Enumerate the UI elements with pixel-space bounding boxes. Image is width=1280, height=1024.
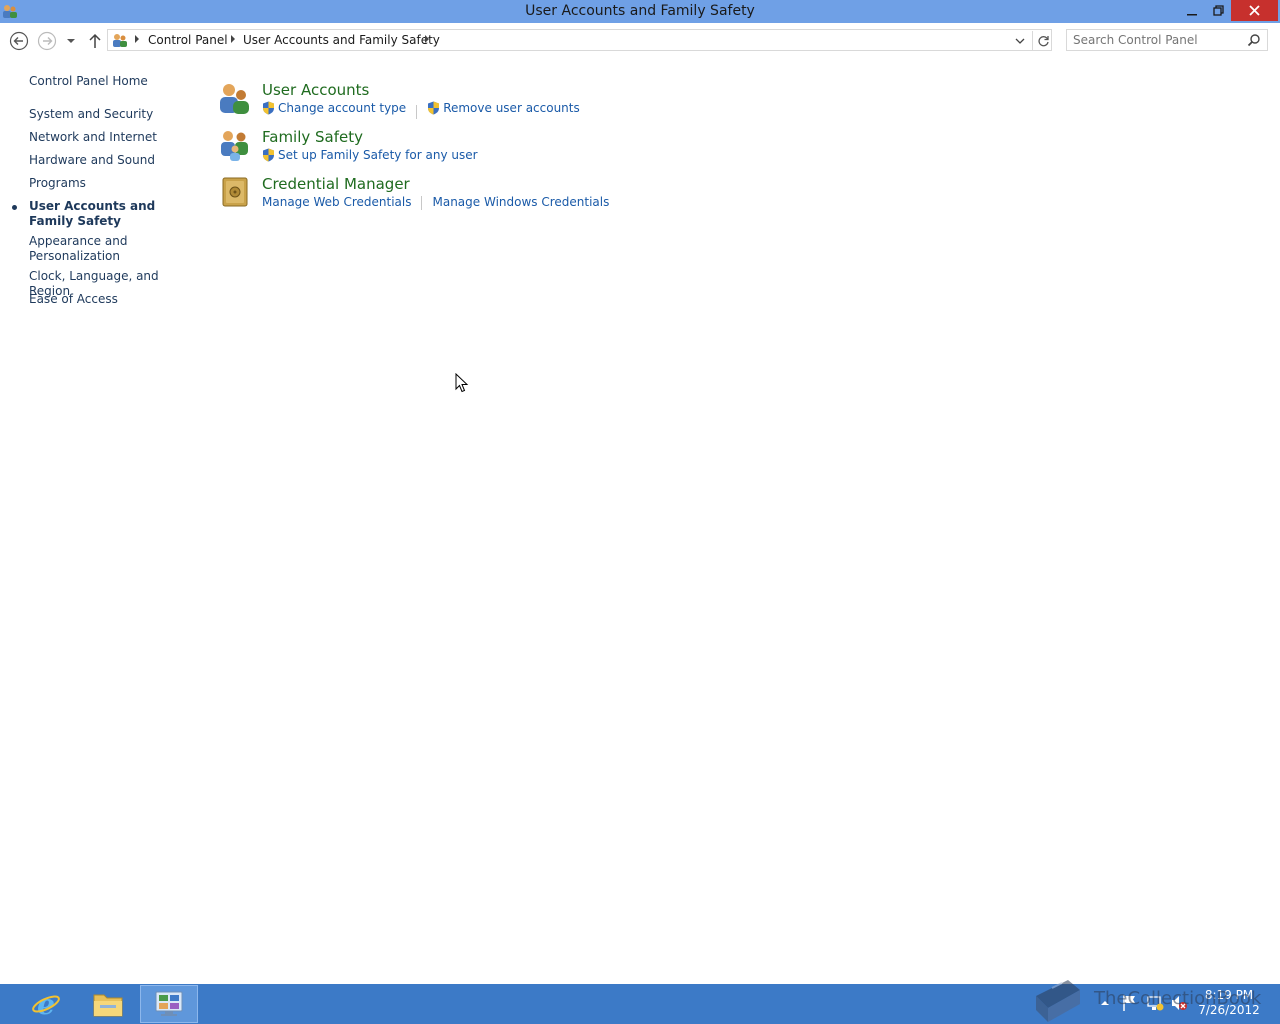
uac-shield-icon	[428, 101, 440, 115]
sidebar-item-user-accounts[interactable]: User Accounts and Family Safety	[29, 199, 179, 229]
recent-locations-button[interactable]	[63, 31, 79, 51]
watermark-text: TheCollectionBook	[1094, 988, 1262, 1009]
file-explorer-icon	[93, 994, 123, 1017]
link-label: Remove user accounts	[443, 101, 580, 115]
search-input[interactable]	[1073, 32, 1243, 48]
current-item-bullet	[12, 205, 17, 210]
minimize-icon	[1187, 13, 1197, 15]
vault-icon[interactable]	[218, 175, 252, 209]
up-arrow-icon	[89, 33, 101, 48]
sidebar-item-ease-of-access[interactable]: Ease of Access	[29, 292, 194, 307]
control-panel-icon	[155, 991, 183, 1016]
chevron-down-icon[interactable]	[1013, 34, 1027, 48]
breadcrumb-separator[interactable]	[135, 35, 139, 43]
address-bar[interactable]: Control Panel User Accounts and Family S…	[107, 29, 1052, 51]
family-safety-icon[interactable]	[218, 128, 252, 162]
category-title[interactable]: Family Safety	[262, 128, 363, 146]
minimize-button[interactable]	[1178, 0, 1206, 21]
change-account-type-link[interactable]: Change account type	[262, 101, 406, 115]
sidebar-item-network-and-internet[interactable]: Network and Internet	[29, 130, 194, 145]
close-icon	[1249, 5, 1260, 16]
mouse-cursor-icon	[455, 373, 469, 393]
chevron-down-icon	[67, 39, 75, 43]
uac-shield-icon	[263, 101, 274, 115]
forward-button[interactable]	[37, 31, 57, 51]
navigation-bar: Control Panel User Accounts and Family S…	[0, 23, 1280, 59]
taskbar-internet-explorer[interactable]: e	[18, 986, 74, 1022]
category-links: Change account type Remove user accounts	[262, 101, 580, 119]
watermark: TheCollectionBook	[1028, 976, 1280, 1024]
breadcrumb-control-panel[interactable]: Control Panel	[148, 33, 228, 47]
restore-icon	[1212, 5, 1224, 16]
breadcrumb-separator[interactable]	[425, 35, 429, 43]
sidebar-item-system-and-security[interactable]: System and Security	[29, 107, 194, 122]
book-logo-icon	[1036, 980, 1080, 1022]
link-separator	[416, 104, 418, 119]
back-button[interactable]	[9, 31, 29, 51]
taskbar-control-panel[interactable]	[140, 985, 198, 1023]
link-label: Set up Family Safety for any user	[278, 148, 478, 162]
window-title: User Accounts and Family Safety	[525, 3, 755, 19]
category-title[interactable]: User Accounts	[262, 81, 369, 99]
manage-web-credentials-link[interactable]: Manage Web Credentials	[262, 195, 411, 209]
refresh-icon	[1037, 35, 1049, 46]
sidebar-item-hardware-and-sound[interactable]: Hardware and Sound	[29, 153, 194, 168]
back-arrow-icon	[9, 31, 29, 51]
title-bar: User Accounts and Family Safety	[0, 0, 1280, 23]
search-icon[interactable]	[1247, 33, 1261, 47]
users-icon	[113, 34, 127, 47]
internet-explorer-icon: e	[32, 989, 60, 1019]
category-links: Set up Family Safety for any user	[262, 148, 478, 165]
up-button[interactable]	[85, 31, 105, 51]
sidebar-item-appearance[interactable]: Appearance and Personalization	[29, 234, 129, 264]
remove-user-accounts-link[interactable]: Remove user accounts	[427, 101, 580, 115]
refresh-button[interactable]	[1032, 31, 1053, 51]
close-button[interactable]	[1231, 0, 1278, 21]
sidebar-item-control-panel-home[interactable]: Control Panel Home	[29, 74, 194, 89]
link-label: Change account type	[278, 101, 407, 115]
setup-family-safety-link[interactable]: Set up Family Safety for any user	[262, 148, 478, 162]
link-separator	[421, 195, 423, 210]
breadcrumb-user-accounts[interactable]: User Accounts and Family Safety	[243, 33, 440, 47]
sidebar-item-programs[interactable]: Programs	[29, 176, 194, 191]
svg-text:e: e	[37, 989, 55, 1019]
forward-arrow-icon	[37, 31, 57, 51]
breadcrumb-separator[interactable]	[231, 35, 235, 43]
category-links: Manage Web Credentials Manage Windows Cre…	[262, 195, 609, 210]
search-box[interactable]	[1066, 29, 1268, 51]
uac-shield-icon	[263, 148, 274, 162]
manage-windows-credentials-link[interactable]: Manage Windows Credentials	[432, 195, 609, 209]
users-icon[interactable]	[218, 81, 252, 115]
restore-button[interactable]	[1204, 0, 1232, 21]
category-title[interactable]: Credential Manager	[262, 175, 410, 193]
taskbar-file-explorer[interactable]	[80, 986, 136, 1022]
